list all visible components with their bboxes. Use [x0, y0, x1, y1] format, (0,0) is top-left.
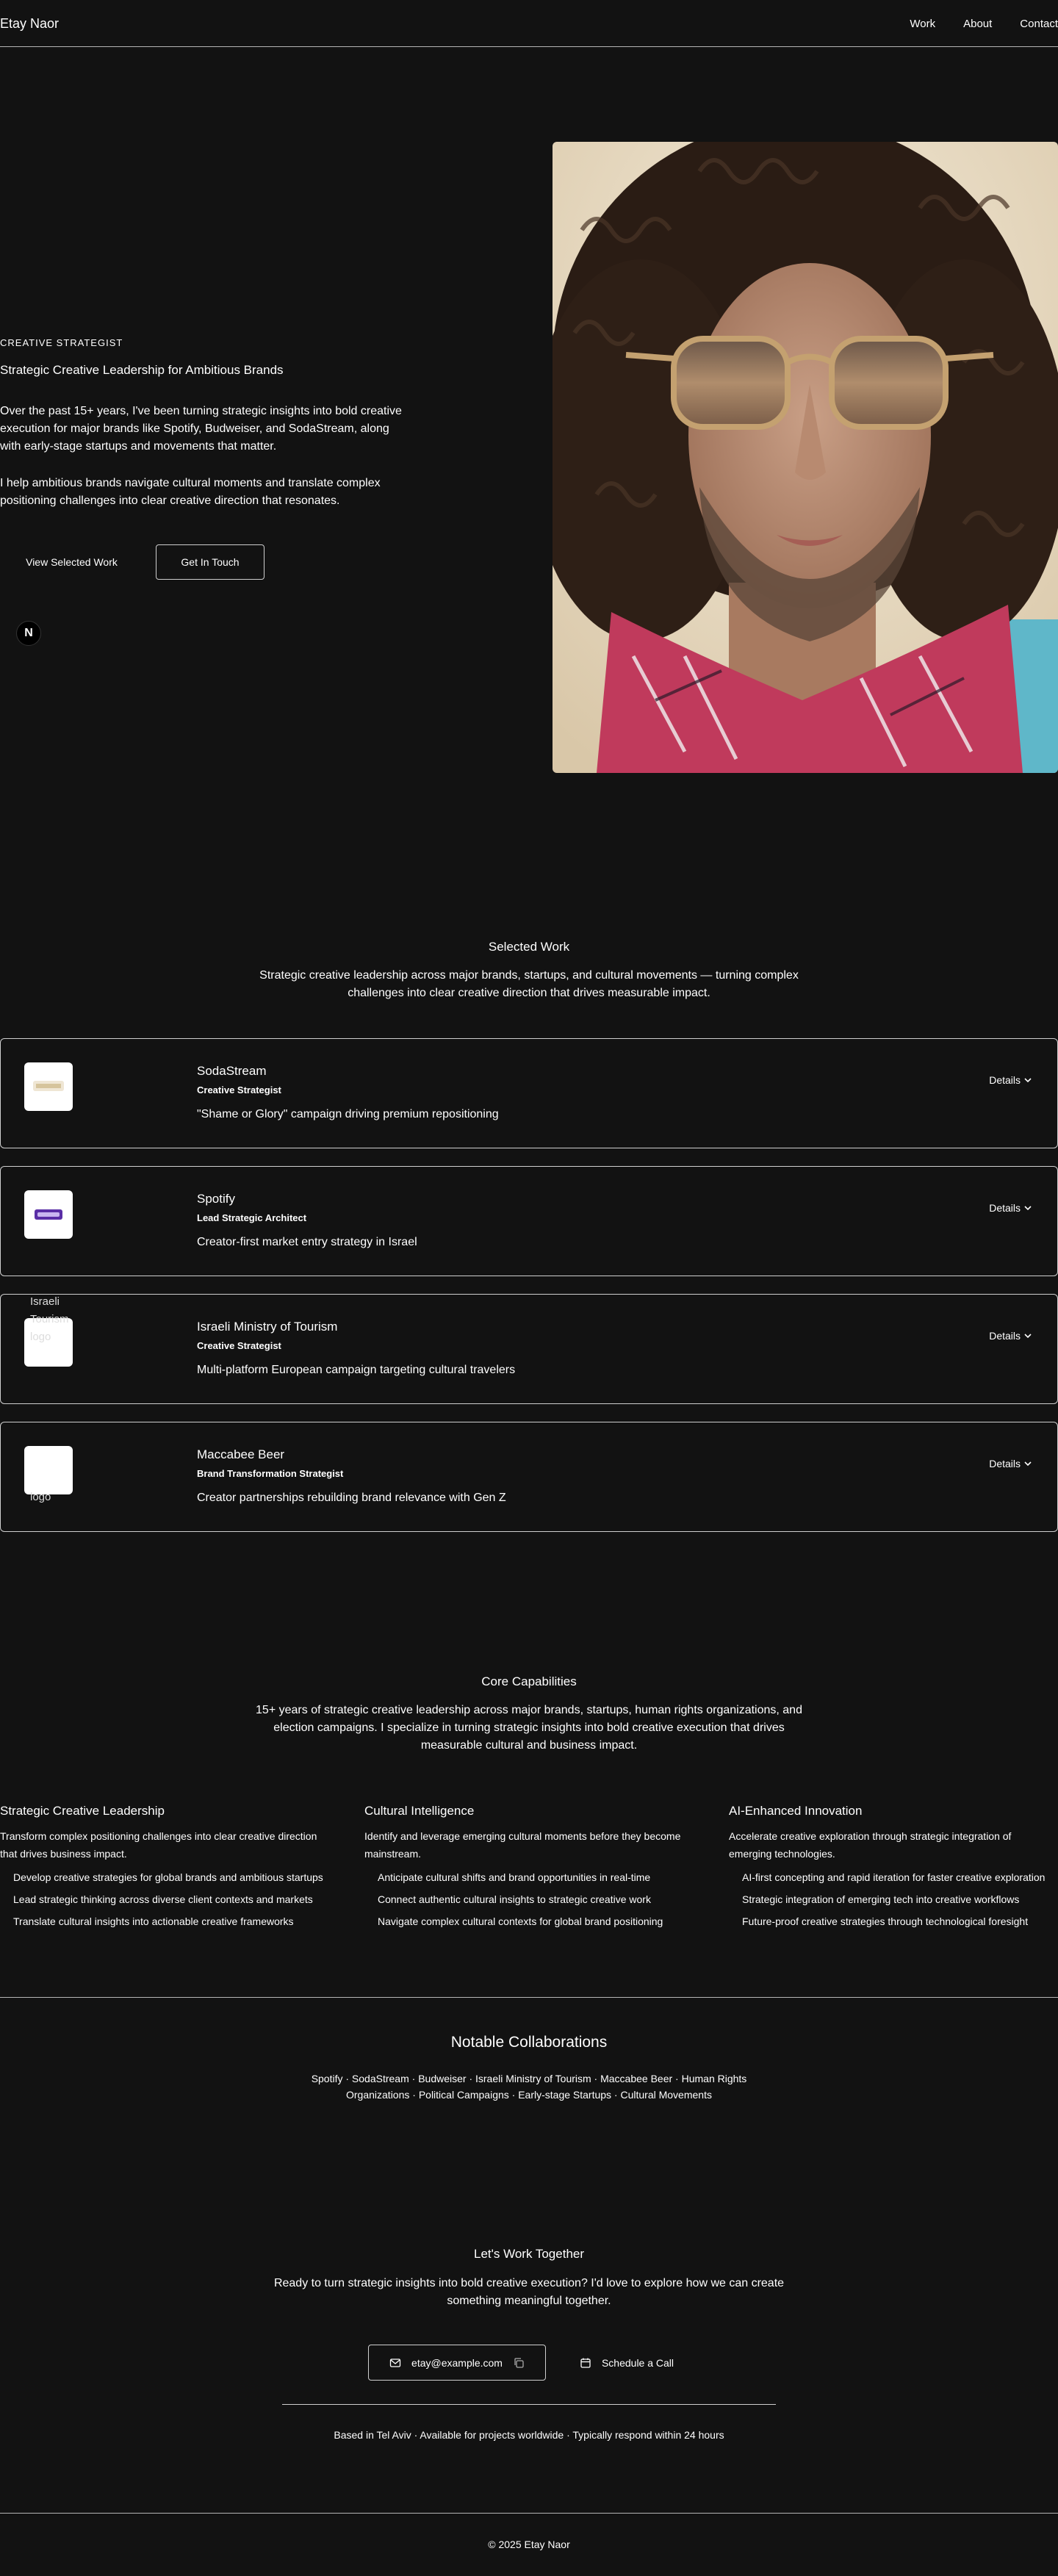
chevron-down-icon	[1024, 1078, 1032, 1083]
capability-item: Strategic integration of emerging tech i…	[742, 1893, 1020, 1905]
email-button[interactable]: etay@example.com	[368, 2345, 546, 2381]
work-card-description: Multi-platform European campaign targeti…	[197, 1364, 516, 1376]
work-section-title: Selected Work	[488, 940, 570, 954]
hero-subtitle: Strategic Creative Leadership for Ambiti…	[0, 363, 284, 377]
details-toggle[interactable]: Details	[989, 1330, 1032, 1342]
site-header: Etay Naor Work About Contact	[0, 0, 1058, 47]
broken-image-alt: logo	[30, 1491, 51, 1503]
site-logo[interactable]: Etay Naor	[0, 16, 59, 32]
capability-list: AI-first concepting and rapid iteration …	[729, 1868, 1052, 1930]
work-card-description: Creator partnerships rebuilding brand re…	[197, 1492, 506, 1504]
chevron-down-icon	[1024, 1461, 1032, 1467]
work-card-description: Creator-first market entry strategy in I…	[197, 1236, 417, 1248]
chevron-down-icon	[1024, 1206, 1032, 1211]
chevron-down-icon	[1024, 1334, 1032, 1339]
contact-description: Ready to turn strategic insights into bo…	[273, 2277, 785, 2307]
nav-link-about[interactable]: About	[963, 18, 992, 30]
work-card-tourism[interactable]: Israeli Tourism logo Israeli Ministry of…	[0, 1294, 1058, 1404]
n-badge-icon[interactable]: N	[16, 621, 41, 646]
capability-item: Develop creative strategies for global b…	[13, 1871, 323, 1883]
work-card-title: Israeli Ministry of Tourism	[197, 1320, 338, 1334]
capability-description: Transform complex positioning challenges…	[0, 1830, 317, 1860]
capability-item: Anticipate cultural shifts and brand opp…	[378, 1871, 651, 1883]
schedule-call-label: Schedule a Call	[601, 2356, 674, 2369]
work-card-role: Creative Strategist	[197, 1340, 281, 1351]
sodastream-logo	[24, 1062, 73, 1111]
work-card-role: Lead Strategic Architect	[197, 1212, 307, 1223]
capability-title: AI-Enhanced Innovation	[729, 1804, 863, 1818]
capability-title: Strategic Creative Leadership	[0, 1804, 165, 1818]
capabilities-description: 15+ years of strategic creative leadersh…	[256, 1704, 802, 1752]
capability-item: AI-first concepting and rapid iteration …	[742, 1871, 1046, 1883]
spotify-logo	[24, 1190, 73, 1239]
work-card-title: Spotify	[197, 1192, 235, 1206]
details-toggle[interactable]: Details	[989, 1458, 1032, 1469]
contact-divider	[282, 2404, 776, 2405]
work-card-spotify[interactable]: Spotify Lead Strategic Architect Creator…	[0, 1166, 1058, 1276]
get-in-touch-button[interactable]: Get In Touch	[156, 544, 264, 580]
broken-image-alt: Israeli Tourism logo	[30, 1295, 69, 1343]
details-label: Details	[989, 1202, 1021, 1214]
capability-description: Identify and leverage emerging cultural …	[364, 1830, 681, 1860]
contact-meta: Based in Tel Aviv · Available for projec…	[334, 2429, 724, 2441]
work-card-maccabee[interactable]: logo Maccabee Beer Brand Transformation …	[0, 1422, 1058, 1532]
section-divider	[0, 1997, 1058, 1998]
nav-link-contact[interactable]: Contact	[1020, 18, 1058, 30]
capability-description: Accelerate creative exploration through …	[729, 1830, 1012, 1860]
details-toggle[interactable]: Details	[989, 1202, 1032, 1214]
capability-column: Cultural Intelligence Identify and lever…	[364, 1804, 688, 1935]
details-label: Details	[989, 1458, 1021, 1469]
details-label: Details	[989, 1330, 1021, 1342]
work-section-description: Strategic creative leadership across maj…	[259, 969, 799, 999]
capability-item: Connect authentic cultural insights to s…	[378, 1893, 651, 1905]
contact-title: Let's Work Together	[473, 2247, 585, 2261]
view-work-button[interactable]: View Selected Work	[0, 544, 143, 580]
main-nav: Work About Contact	[882, 18, 1058, 30]
calendar-icon	[580, 2357, 591, 2369]
hero-eyebrow: CREATIVE STRATEGIST	[0, 337, 123, 348]
capability-list: Develop creative strategies for global b…	[0, 1868, 323, 1930]
portrait-photo	[553, 142, 1058, 773]
capability-column: AI-Enhanced Innovation Accelerate creati…	[729, 1804, 1052, 1935]
collaborations-title: Notable Collaborations	[450, 2034, 608, 2051]
footer-divider	[0, 2513, 1058, 2514]
nav-link-work[interactable]: Work	[910, 18, 935, 30]
capability-item: Navigate complex cultural contexts for g…	[378, 1915, 663, 1927]
details-label: Details	[989, 1074, 1021, 1086]
work-card-title: Maccabee Beer	[197, 1447, 285, 1461]
work-card-title: SodaStream	[197, 1064, 267, 1078]
copy-icon[interactable]	[513, 2357, 525, 2369]
footer-copyright: © 2025 Etay Naor	[488, 2539, 570, 2550]
capability-list: Anticipate cultural shifts and brand opp…	[364, 1868, 688, 1930]
email-address: etay@example.com	[411, 2356, 503, 2369]
capability-column: Strategic Creative Leadership Transform …	[0, 1804, 323, 1935]
hero-paragraph: Over the past 15+ years, I've been turni…	[0, 405, 402, 453]
details-toggle[interactable]: Details	[989, 1074, 1032, 1086]
mail-icon	[389, 2357, 401, 2369]
work-card-description: "Shame or Glory" campaign driving premiu…	[197, 1108, 499, 1120]
maccabee-logo	[24, 1446, 73, 1494]
capabilities-title: Core Capabilities	[481, 1674, 577, 1688]
collaborations-list: Spotify · SodaStream · Budweiser · Israe…	[311, 2073, 747, 2101]
work-card-role: Creative Strategist	[197, 1084, 281, 1095]
schedule-call-button[interactable]: Schedule a Call	[564, 2345, 689, 2381]
hero-paragraph: I help ambitious brands navigate cultura…	[0, 477, 381, 507]
capability-item: Translate cultural insights into actiona…	[13, 1915, 294, 1927]
capability-item: Future-proof creative strategies through…	[742, 1915, 1029, 1927]
capability-title: Cultural Intelligence	[364, 1804, 475, 1818]
work-card-sodastream[interactable]: SodaStream Creative Strategist "Shame or…	[0, 1038, 1058, 1148]
work-card-role: Brand Transformation Strategist	[197, 1468, 344, 1479]
capability-item: Lead strategic thinking across diverse c…	[13, 1893, 313, 1905]
